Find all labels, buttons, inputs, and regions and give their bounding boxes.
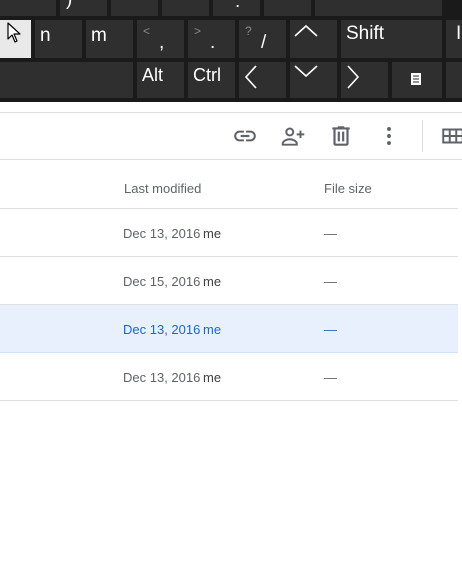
row-modified-by: me <box>203 226 222 241</box>
add-person-icon <box>281 127 305 146</box>
row-file-size: — <box>324 370 337 385</box>
row-modified-by: me <box>203 370 222 385</box>
app-window: ) : n m < , > . ? / <box>0 0 462 572</box>
key-ctrl[interactable]: Ctrl <box>188 62 235 98</box>
key-n[interactable]: n <box>35 20 82 58</box>
key-label: ) <box>66 0 72 9</box>
key-label: : <box>235 0 241 12</box>
share-button[interactable] <box>280 123 306 149</box>
table-row-selected[interactable]: Dec 13, 2016 me — <box>0 305 458 353</box>
key-arrow-down[interactable] <box>290 62 337 98</box>
grid-view-button[interactable] <box>440 123 462 149</box>
key-period[interactable]: > . <box>188 20 235 58</box>
key-arrow-left[interactable] <box>239 62 286 98</box>
key-label: Alt <box>142 65 164 85</box>
key-shift-label: > <box>194 24 202 38</box>
key-alt[interactable]: Alt <box>137 62 184 98</box>
table-row[interactable]: Dec 13, 2016 me — <box>0 353 458 401</box>
toolbar-divider <box>422 120 423 152</box>
table-row[interactable]: Dec 13, 2016 me — <box>0 209 458 257</box>
key-label: n <box>40 25 51 46</box>
key-arrow-right[interactable] <box>341 62 388 98</box>
arrow-up-icon <box>294 24 318 37</box>
key-slash[interactable]: ? / <box>239 20 286 58</box>
key-partial-right[interactable]: I <box>446 20 462 58</box>
key-label-partial: I <box>456 23 462 44</box>
key-shift[interactable]: Shift <box>341 20 442 58</box>
context-menu-icon <box>411 73 421 85</box>
row-modified-by: me <box>203 274 222 289</box>
file-list: Last modified File size Dec 13, 2016 me … <box>0 160 458 401</box>
action-toolbar <box>0 113 462 159</box>
column-header-file-size: File size <box>324 181 372 196</box>
key-label: m <box>91 25 107 46</box>
table-row[interactable]: Dec 15, 2016 me — <box>0 257 458 305</box>
row-modified-date: Dec 13, 2016 <box>123 322 201 337</box>
key-partial-right-2[interactable] <box>446 62 462 98</box>
link-icon <box>234 130 256 142</box>
key-arrow-up[interactable] <box>290 20 337 58</box>
file-list-header: Last modified File size <box>0 160 458 209</box>
row-modified-date: Dec 13, 2016 <box>123 370 201 385</box>
more-vert-icon <box>387 127 391 145</box>
key-partial-1[interactable] <box>0 0 56 16</box>
key-partial-4[interactable] <box>162 0 209 16</box>
row-file-size: — <box>324 274 337 289</box>
remove-button[interactable] <box>328 123 354 149</box>
key-context-menu[interactable] <box>392 62 442 98</box>
row-file-size: — <box>324 322 337 337</box>
arrow-down-icon <box>294 65 318 78</box>
key-label: Ctrl <box>193 65 221 85</box>
key-partial-7[interactable] <box>315 0 442 16</box>
on-screen-keyboard: ) : n m < , > . ? / <box>0 0 462 102</box>
arrow-left-icon <box>244 65 257 89</box>
key-comma[interactable]: < , <box>137 20 184 58</box>
trash-icon <box>332 126 350 146</box>
column-header-last-modified[interactable]: Last modified <box>124 181 201 196</box>
key-label: Shift <box>346 23 385 44</box>
key-shift-label: < <box>143 24 151 38</box>
key-partial-3[interactable] <box>111 0 158 16</box>
key-paren-close[interactable]: ) <box>60 0 107 16</box>
key-partial-6[interactable] <box>264 0 311 16</box>
arrow-right-icon <box>347 65 360 89</box>
key-label: . <box>210 32 216 53</box>
key-highlighted[interactable] <box>0 20 31 58</box>
get-link-button[interactable] <box>232 123 258 149</box>
more-actions-button[interactable] <box>376 123 402 149</box>
key-shift-label: ? <box>245 24 252 38</box>
row-modified-date: Dec 13, 2016 <box>123 226 201 241</box>
row-modified-date: Dec 15, 2016 <box>123 274 201 289</box>
row-modified-by: me <box>203 322 222 337</box>
key-wide-left[interactable] <box>0 62 133 98</box>
key-label: / <box>261 32 267 53</box>
row-file-size: — <box>324 226 337 241</box>
key-colon[interactable]: : <box>213 0 260 16</box>
key-m[interactable]: m <box>86 20 133 58</box>
grid-view-icon <box>442 128 462 144</box>
key-label: , <box>159 32 165 53</box>
mouse-cursor-icon <box>7 22 21 43</box>
